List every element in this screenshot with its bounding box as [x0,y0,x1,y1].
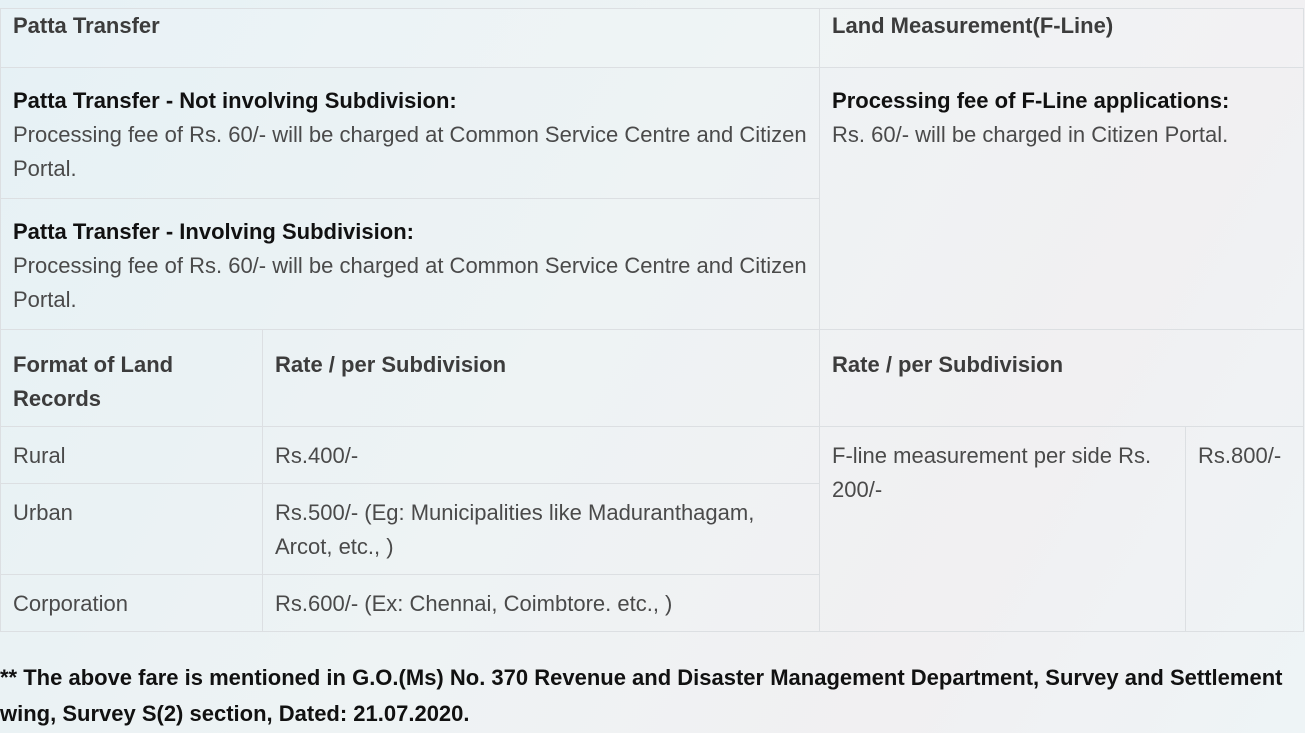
patta-not-involving-title: Patta Transfer - Not involving Subdivisi… [13,88,457,113]
fline-fee-cell: Processing fee of F-Line applications: R… [819,67,1305,330]
fline-fee-title: Processing fee of F-Line applications: [832,88,1230,113]
footnote: ** The above fare is mentioned in G.O.(M… [0,665,1283,726]
subheader-format: Format of Land Records [0,329,263,427]
header-land-measurement: Land Measurement(F-Line) [819,8,1305,68]
subheader-row: Format of Land Records Rate / per Subdiv… [0,329,1305,427]
row-format: Corporation [0,574,263,632]
row-rate: Rs.600/- (Ex: Chennai, Coimbtore. etc., … [261,574,821,632]
table-header-row: Patta Transfer Land Measurement(F-Line) [0,8,1305,68]
fline-fee-text: Rs. 60/- will be charged in Citizen Port… [832,122,1229,147]
table-row: Rural Rs.400/- F-line measurement per si… [0,426,1305,632]
subheader-rate-right: Rate / per Subdivision [819,329,1305,427]
patta-not-involving-cell: Patta Transfer - Not involving Subdivisi… [0,67,821,199]
patta-involving-title: Patta Transfer - Involving Subdivision: [13,219,414,244]
fline-amount-cell: Rs.800/- [1185,426,1305,632]
patta-involving-text: Processing fee of Rs. 60/- will be charg… [13,253,807,312]
row-format: Rural [0,426,263,484]
fee-table: Patta Transfer Land Measurement(F-Line) … [0,8,1305,632]
row-rate: Rs.500/- (Eg: Municipalities like Madura… [261,483,821,575]
subheader-rate-left: Rate / per Subdivision [261,329,821,427]
patta-not-involving-row: Patta Transfer - Not involving Subdivisi… [0,67,1305,330]
header-patta-transfer: Patta Transfer [0,8,821,68]
patta-involving-cell: Patta Transfer - Involving Subdivision: … [0,198,821,330]
fline-measurement-cell: F-line measurement per side Rs. 200/- [819,426,1187,632]
row-rate: Rs.400/- [261,426,821,484]
row-format: Urban [0,483,263,575]
patta-not-involving-text: Processing fee of Rs. 60/- will be charg… [13,122,807,181]
